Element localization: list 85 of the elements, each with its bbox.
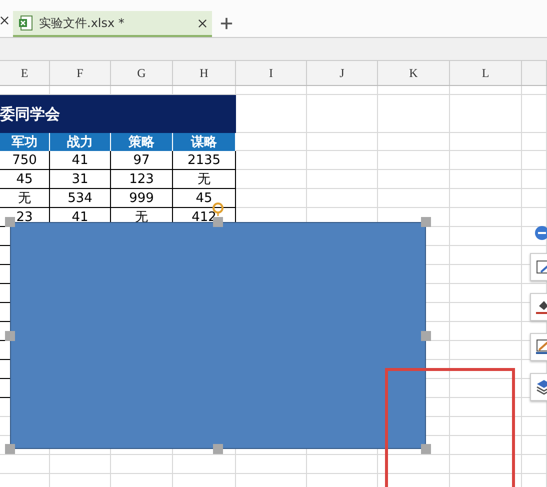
empty-cell bbox=[307, 455, 378, 474]
empty-cell bbox=[522, 189, 547, 208]
empty-cell bbox=[307, 151, 378, 170]
empty-cell bbox=[522, 151, 547, 170]
empty-cell bbox=[378, 189, 450, 208]
file-tab[interactable]: 实验文件.xlsx * bbox=[13, 11, 212, 37]
empty-cell bbox=[450, 246, 522, 265]
table-cell: 31 bbox=[50, 170, 111, 189]
table-cell: 41 bbox=[50, 151, 111, 170]
resize-handle[interactable] bbox=[5, 217, 15, 227]
empty-cell bbox=[450, 86, 522, 95]
table-title: 委同学会 bbox=[0, 95, 236, 133]
column-header[interactable]: F bbox=[50, 61, 111, 85]
empty-cell bbox=[0, 455, 50, 474]
table-cell: 45 bbox=[173, 189, 236, 208]
table-cell: 45 bbox=[0, 170, 50, 189]
empty-cell bbox=[173, 455, 236, 474]
empty-cell bbox=[450, 265, 522, 284]
empty-cell bbox=[236, 86, 307, 95]
resize-handle[interactable] bbox=[421, 217, 431, 227]
empty-cell bbox=[450, 227, 522, 246]
close-icon[interactable] bbox=[198, 18, 207, 28]
add-tab-icon[interactable] bbox=[220, 17, 233, 30]
empty-cell bbox=[450, 322, 522, 341]
empty-cell bbox=[450, 133, 522, 151]
close-icon[interactable] bbox=[0, 16, 9, 25]
empty-cell bbox=[450, 455, 522, 474]
table-cell: 2135 bbox=[173, 151, 236, 170]
resize-handle[interactable] bbox=[5, 331, 15, 341]
resize-handle[interactable] bbox=[213, 217, 223, 227]
empty-cell bbox=[307, 170, 378, 189]
column-header[interactable]: G bbox=[111, 61, 173, 85]
resize-handle[interactable] bbox=[213, 444, 223, 454]
table-cell: 无 bbox=[0, 189, 50, 208]
column-header[interactable]: L bbox=[450, 61, 522, 85]
header-cell: 谋略 bbox=[173, 133, 236, 151]
resize-handle[interactable] bbox=[5, 444, 15, 454]
empty-cell bbox=[450, 208, 522, 227]
header-cell: 策略 bbox=[111, 133, 173, 151]
column-header[interactable]: E bbox=[0, 61, 50, 85]
empty-cell bbox=[111, 455, 173, 474]
empty-cell bbox=[307, 95, 378, 133]
table-cell: 750 bbox=[0, 151, 50, 170]
resize-handle[interactable] bbox=[421, 331, 431, 341]
empty-cell bbox=[522, 170, 547, 189]
empty-cell bbox=[378, 151, 450, 170]
empty-cell bbox=[522, 436, 547, 455]
empty-cell bbox=[522, 417, 547, 436]
table-cell: 无 bbox=[173, 170, 236, 189]
empty-cell bbox=[50, 455, 111, 474]
empty-cell bbox=[378, 86, 450, 95]
empty-cell bbox=[450, 417, 522, 436]
empty-cell bbox=[307, 133, 378, 151]
empty-cell bbox=[450, 360, 522, 379]
empty-cell bbox=[450, 284, 522, 303]
resize-handle[interactable] bbox=[421, 444, 431, 454]
empty-cell bbox=[378, 170, 450, 189]
column-header[interactable]: J bbox=[307, 61, 378, 85]
table-cell: 97 bbox=[111, 151, 173, 170]
empty-cell bbox=[236, 151, 307, 170]
spreadsheet-icon bbox=[18, 15, 34, 31]
table-cell: 123 bbox=[111, 170, 173, 189]
collapse-icon[interactable] bbox=[534, 225, 547, 241]
empty-cell bbox=[522, 455, 547, 474]
empty-cell bbox=[236, 170, 307, 189]
column-header[interactable]: I bbox=[236, 61, 307, 85]
table-cell: 534 bbox=[50, 189, 111, 208]
header-cell: 军功 bbox=[0, 133, 50, 151]
header-cell: 战力 bbox=[50, 133, 111, 151]
empty-cell bbox=[378, 95, 450, 133]
empty-cell bbox=[450, 398, 522, 417]
empty-cell bbox=[522, 95, 547, 133]
column-header[interactable]: K bbox=[378, 61, 450, 85]
column-header[interactable]: H bbox=[173, 61, 236, 85]
table-cell: 999 bbox=[111, 189, 173, 208]
empty-cell bbox=[522, 133, 547, 151]
empty-cell bbox=[450, 436, 522, 455]
empty-cell bbox=[450, 95, 522, 133]
empty-cell bbox=[236, 455, 307, 474]
empty-cell bbox=[307, 86, 378, 95]
empty-cell bbox=[378, 133, 450, 151]
empty-cell bbox=[450, 170, 522, 189]
empty-cell bbox=[450, 151, 522, 170]
empty-cell bbox=[450, 189, 522, 208]
empty-cell bbox=[378, 455, 450, 474]
